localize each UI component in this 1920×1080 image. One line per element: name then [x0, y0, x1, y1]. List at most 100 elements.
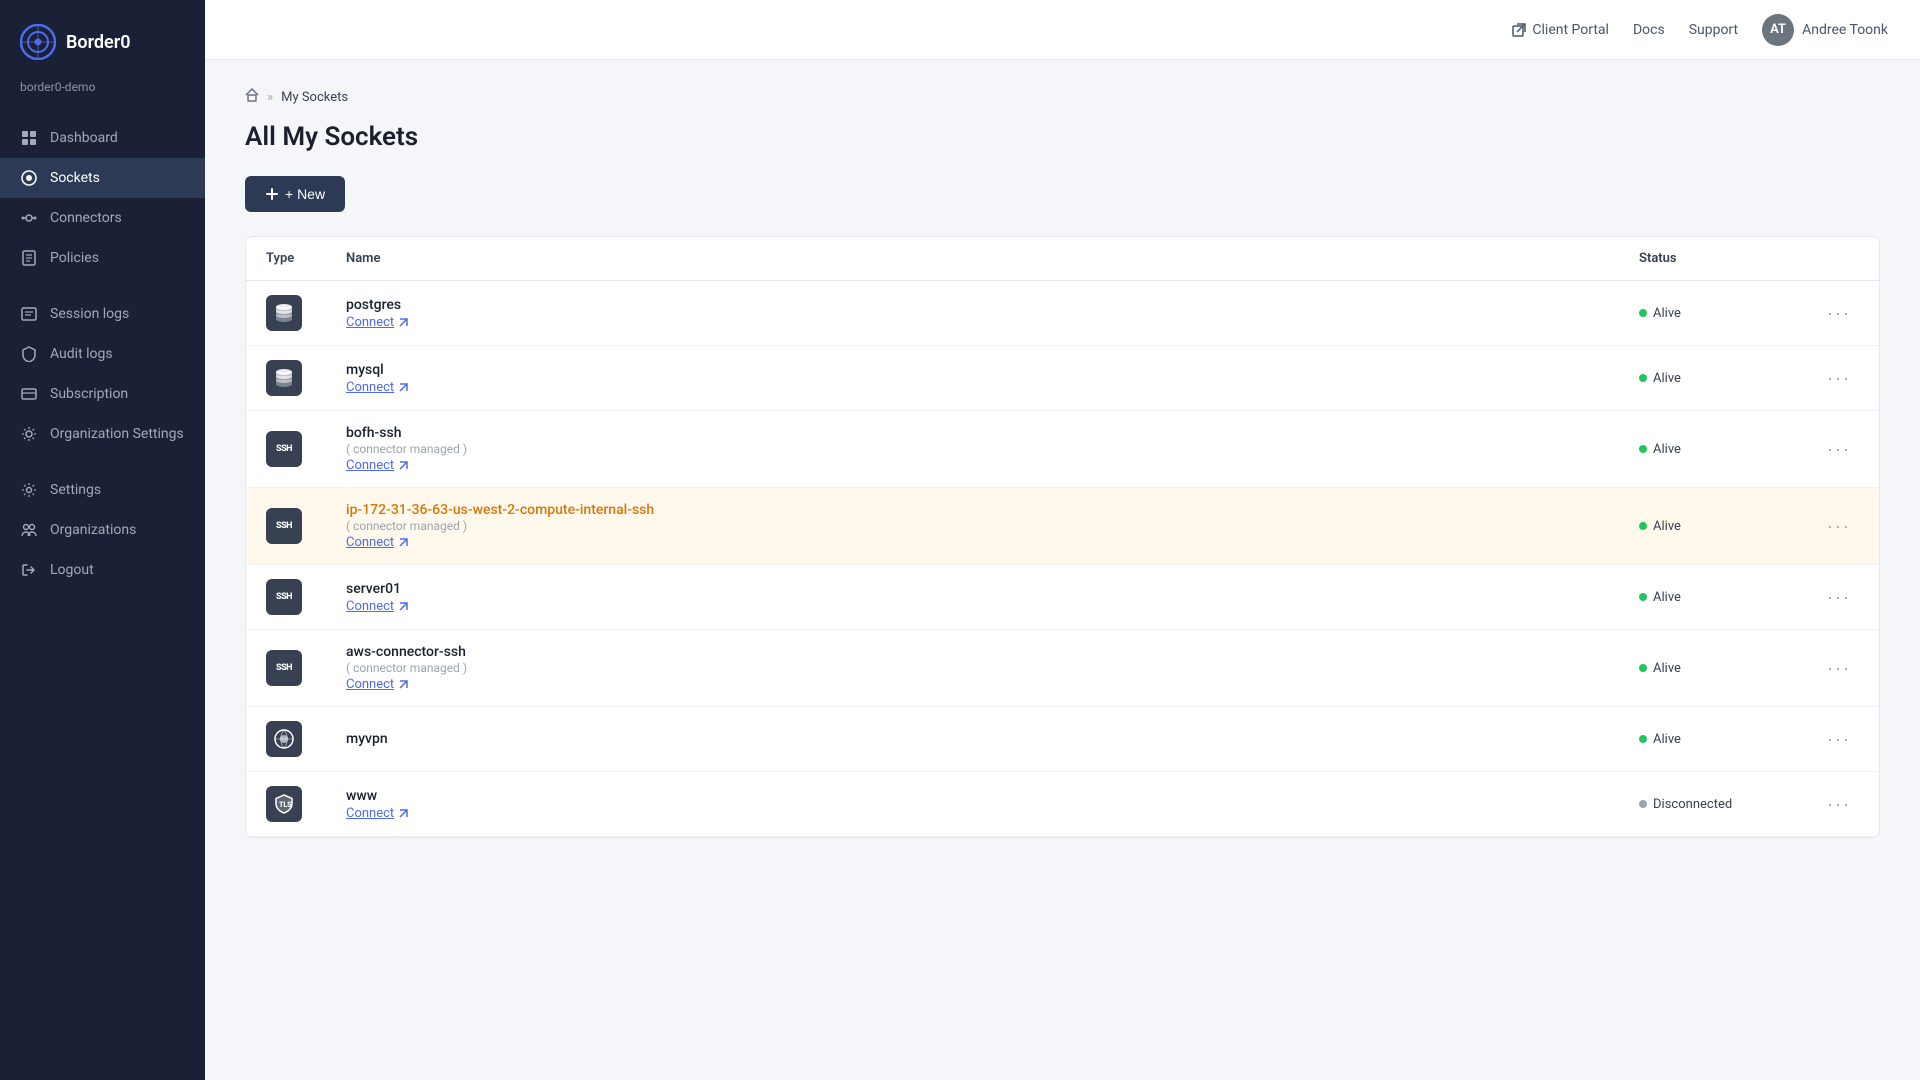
breadcrumb: » My Sockets	[245, 88, 1880, 106]
settings-icon	[20, 481, 38, 499]
client-portal-label: Client Portal	[1532, 22, 1609, 38]
status-badge: Alive	[1639, 732, 1779, 747]
logo-text: Border0	[66, 32, 131, 53]
audit-logs-icon	[20, 345, 38, 363]
user-menu[interactable]: AT Andree Toonk	[1762, 14, 1888, 46]
type-icon-db	[266, 360, 302, 396]
sidebar-item-logout[interactable]: Logout	[0, 550, 205, 590]
type-icon-ssh: SSH	[266, 579, 302, 615]
table-row: postgres Connect Alive ···	[246, 281, 1879, 346]
sidebar-label-session-logs: Session logs	[50, 306, 129, 322]
status-text: Alive	[1653, 371, 1681, 386]
status-text: Alive	[1653, 732, 1681, 747]
topbar: Client Portal Docs Support AT Andree Too…	[205, 0, 1920, 60]
more-options-button[interactable]: ···	[1819, 364, 1859, 393]
sidebar-item-org-settings[interactable]: Organization Settings	[0, 414, 205, 454]
col-name: Name	[326, 237, 1619, 281]
subscription-icon	[20, 385, 38, 403]
content-area: » My Sockets All My Sockets + New Type N…	[205, 60, 1920, 1080]
breadcrumb-current: My Sockets	[281, 90, 348, 105]
sidebar-label-organizations: Organizations	[50, 522, 136, 538]
status-text: Alive	[1653, 519, 1681, 534]
status-badge: Alive	[1639, 661, 1779, 676]
sidebar-item-connectors[interactable]: Connectors	[0, 198, 205, 238]
sidebar-label-dashboard: Dashboard	[50, 130, 118, 146]
sockets-table: Type Name Status postgres Connect	[245, 236, 1880, 838]
sidebar-item-settings[interactable]: Settings	[0, 470, 205, 510]
status-text: Alive	[1653, 442, 1681, 457]
more-options-button[interactable]: ···	[1819, 435, 1859, 464]
sidebar: Border0 border0-demo Dashboard Sockets C…	[0, 0, 205, 1080]
sidebar-item-session-logs[interactable]: Session logs	[0, 294, 205, 334]
table-row: SSH server01 Connect Alive ···	[246, 565, 1879, 630]
sidebar-label-settings: Settings	[50, 482, 101, 498]
type-icon-tls: TLS	[266, 786, 302, 822]
page-title: All My Sockets	[245, 122, 1880, 152]
more-options-button[interactable]: ···	[1819, 512, 1859, 541]
type-icon-ssh: SSH	[266, 508, 302, 544]
connect-link[interactable]: Connect	[346, 806, 1599, 821]
new-button[interactable]: + New	[245, 176, 345, 212]
sidebar-item-subscription[interactable]: Subscription	[0, 374, 205, 414]
status-badge: Alive	[1639, 590, 1779, 605]
more-options-button[interactable]: ···	[1819, 790, 1859, 819]
avatar: AT	[1762, 14, 1794, 46]
logo-icon	[20, 24, 56, 60]
socket-name: aws-connector-ssh	[346, 644, 1599, 660]
sidebar-label-connectors: Connectors	[50, 210, 122, 226]
docs-link[interactable]: Docs	[1633, 22, 1665, 38]
status-dot	[1639, 593, 1647, 601]
more-options-button[interactable]: ···	[1819, 583, 1859, 612]
more-options-button[interactable]: ···	[1819, 654, 1859, 683]
sidebar-item-organizations[interactable]: Organizations	[0, 510, 205, 550]
connect-link[interactable]: Connect	[346, 599, 1599, 614]
status-dot	[1639, 445, 1647, 453]
support-label: Support	[1689, 22, 1738, 38]
socket-name: www	[346, 788, 1599, 804]
sidebar-item-audit-logs[interactable]: Audit logs	[0, 334, 205, 374]
svg-text:TLS: TLS	[279, 801, 292, 809]
user-name: Andree Toonk	[1802, 22, 1888, 38]
policies-icon	[20, 249, 38, 267]
type-icon-ssh: SSH	[266, 431, 302, 467]
table-row: SSH aws-connector-ssh ( connector manage…	[246, 630, 1879, 707]
home-icon	[245, 88, 259, 106]
table-row: mysql Connect Alive ···	[246, 346, 1879, 411]
connectors-icon	[20, 209, 38, 227]
sockets-icon	[20, 169, 38, 187]
status-text: Alive	[1653, 306, 1681, 321]
status-badge: Alive	[1639, 519, 1779, 534]
logo: Border0	[0, 0, 205, 76]
status-text: Disconnected	[1653, 797, 1732, 812]
client-portal-link[interactable]: Client Portal	[1512, 22, 1609, 38]
dashboard-icon	[20, 129, 38, 147]
plus-icon	[265, 187, 279, 201]
col-type: Type	[246, 237, 326, 281]
status-dot	[1639, 800, 1647, 808]
status-text: Alive	[1653, 661, 1681, 676]
connect-link[interactable]: Connect	[346, 458, 1599, 473]
docs-label: Docs	[1633, 22, 1665, 38]
more-options-button[interactable]: ···	[1819, 299, 1859, 328]
sidebar-item-sockets[interactable]: Sockets	[0, 158, 205, 198]
support-link[interactable]: Support	[1689, 22, 1738, 38]
status-dot	[1639, 309, 1647, 317]
sidebar-item-dashboard[interactable]: Dashboard	[0, 118, 205, 158]
status-text: Alive	[1653, 590, 1681, 605]
status-badge: Alive	[1639, 306, 1779, 321]
connect-link[interactable]: Connect	[346, 380, 1599, 395]
connect-link[interactable]: Connect	[346, 677, 1599, 692]
socket-name: server01	[346, 581, 1599, 597]
more-options-button[interactable]: ···	[1819, 725, 1859, 754]
connect-link[interactable]: Connect	[346, 315, 1599, 330]
table-row: SSH bofh-ssh ( connector managed ) Conne…	[246, 411, 1879, 488]
connect-link[interactable]: Connect	[346, 535, 1599, 550]
status-dot	[1639, 374, 1647, 382]
status-badge: Disconnected	[1639, 797, 1779, 812]
status-dot	[1639, 664, 1647, 672]
sidebar-item-policies[interactable]: Policies	[0, 238, 205, 278]
logout-icon	[20, 561, 38, 579]
org-label: border0-demo	[0, 76, 205, 110]
col-status: Status	[1619, 237, 1799, 281]
sidebar-label-policies: Policies	[50, 250, 99, 266]
